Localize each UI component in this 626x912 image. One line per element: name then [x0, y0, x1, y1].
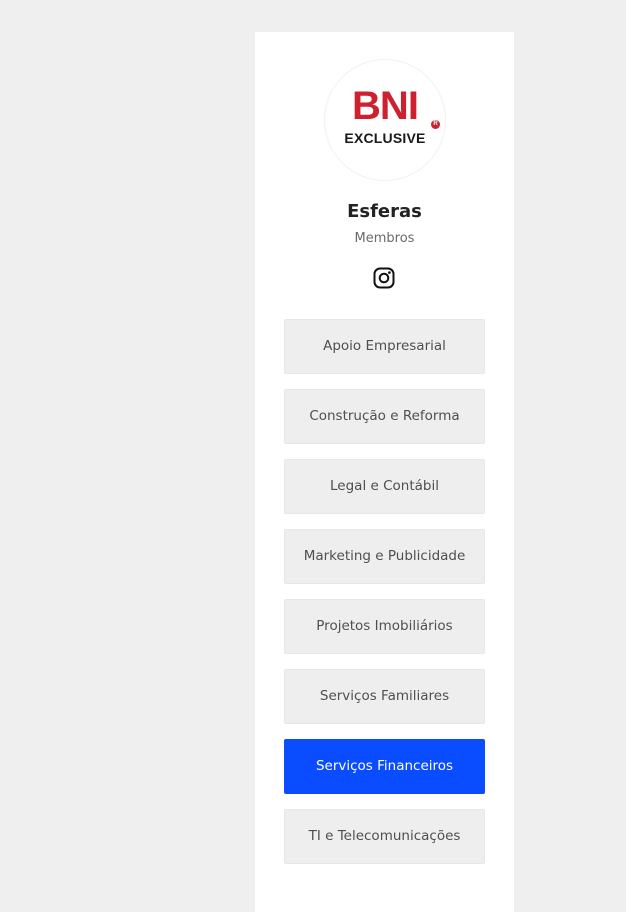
profile-card: BNI R EXCLUSIVE Esferas Membros Apoio Em…: [255, 32, 514, 912]
link-button-construcao-e-reforma[interactable]: Construção e Reforma: [284, 389, 485, 444]
page-title: Esferas: [347, 201, 422, 222]
link-button-projetos-imobiliarios[interactable]: Projetos Imobiliários: [284, 599, 485, 654]
link-button-ti-e-telecomunicacoes[interactable]: TI e Telecomunicações: [284, 809, 485, 864]
link-list: Apoio Empresarial Construção e Reforma L…: [284, 319, 485, 879]
link-button-legal-e-contabil[interactable]: Legal e Contábil: [284, 459, 485, 514]
link-button-marketing-e-publicidade[interactable]: Marketing e Publicidade: [284, 529, 485, 584]
logo-tagline: EXCLUSIVE: [344, 130, 426, 146]
logo-wordmark: BNI: [352, 84, 419, 128]
registered-mark: R: [431, 120, 440, 129]
brand-logo: BNI R EXCLUSIVE: [325, 60, 445, 180]
link-button-servicos-financeiros[interactable]: Serviços Financeiros: [284, 739, 485, 794]
link-button-servicos-familiares[interactable]: Serviços Familiares: [284, 669, 485, 724]
link-button-apoio-empresarial[interactable]: Apoio Empresarial: [284, 319, 485, 374]
page-subtitle: Membros: [354, 231, 415, 246]
instagram-icon[interactable]: [372, 266, 396, 290]
